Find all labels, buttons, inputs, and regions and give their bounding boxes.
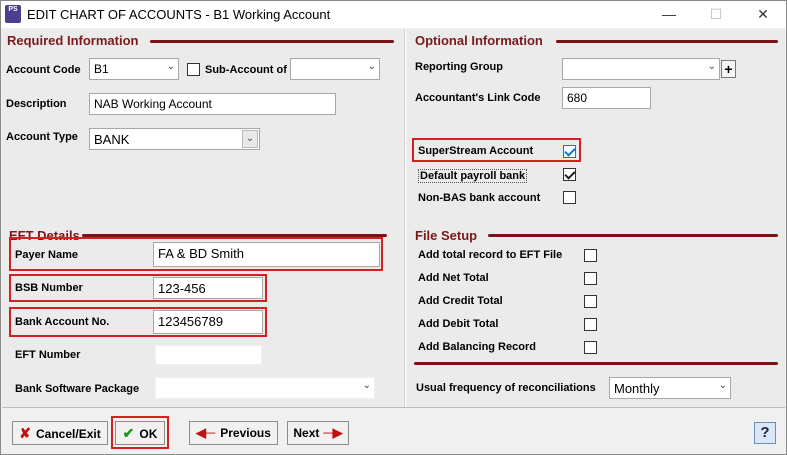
account-code-value: B1	[94, 62, 109, 76]
chevron-down-icon[interactable]: ⌄	[708, 61, 716, 72]
debit-total-checkbox[interactable]	[584, 318, 597, 331]
chevron-down-icon[interactable]: ⌄	[363, 380, 371, 391]
file-setup-item-label: Add Credit Total	[418, 295, 503, 307]
optional-info-title: Optional Information	[415, 33, 543, 48]
superstream-label: SuperStream Account	[418, 145, 534, 157]
sub-account-combo[interactable]: ⌄	[290, 58, 380, 80]
payer-name-label: Payer Name	[15, 249, 78, 261]
previous-button[interactable]: ◀─ Previous	[189, 421, 278, 445]
link-code-label: Accountant's Link Code	[415, 92, 541, 104]
account-code-combo[interactable]: B1 ⌄	[89, 58, 179, 80]
superstream-checkbox[interactable]	[563, 145, 576, 158]
checkmark-icon: ✔	[122, 425, 135, 441]
edit-chart-of-accounts-window: PS EDIT CHART OF ACCOUNTS - B1 Working A…	[0, 0, 787, 455]
file-setup-bottom-rule	[414, 362, 778, 365]
frequency-value: Monthly	[614, 381, 660, 396]
eft-number-label: EFT Number	[15, 349, 81, 361]
file-setup-title: File Setup	[415, 228, 478, 243]
file-setup-item-label: Add total record to EFT File	[418, 249, 563, 261]
default-payroll-label: Default payroll bank	[418, 169, 528, 183]
total-record-checkbox[interactable]	[584, 249, 597, 262]
chevron-down-icon[interactable]: ⌄	[368, 61, 376, 72]
sub-account-checkbox[interactable]	[187, 63, 200, 76]
non-bas-label: Non-BAS bank account	[418, 192, 541, 204]
frequency-combo[interactable]: Monthly ⌄	[609, 377, 731, 399]
form-body: Required Information Account Code B1 ⌄ S…	[2, 29, 785, 407]
panel-divider	[404, 29, 406, 407]
file-setup-item-label: Add Balancing Record	[418, 341, 536, 353]
link-code-input[interactable]: 680	[562, 87, 651, 109]
next-button[interactable]: Next ─▶	[287, 421, 349, 445]
net-total-checkbox[interactable]	[584, 272, 597, 285]
required-info-title: Required Information	[7, 33, 139, 48]
account-type-label: Account Type	[6, 131, 78, 143]
file-setup-item-label: Add Debit Total	[418, 318, 499, 330]
chevron-down-icon[interactable]: ⌄	[167, 61, 175, 72]
balancing-record-checkbox[interactable]	[584, 341, 597, 354]
ok-button[interactable]: ✔ OK	[115, 421, 165, 445]
description-label: Description	[6, 98, 67, 110]
x-icon: ✘	[19, 425, 32, 441]
default-payroll-checkbox[interactable]	[563, 168, 576, 181]
optional-info-rule	[556, 40, 778, 43]
software-package-label: Bank Software Package	[15, 383, 140, 395]
minimize-button[interactable]: —	[646, 1, 692, 28]
arrow-right-icon: ─▶	[323, 425, 343, 440]
cancel-exit-button[interactable]: ✘ Cancel/Exit	[12, 421, 108, 445]
window-title: EDIT CHART OF ACCOUNTS - B1 Working Acco…	[27, 7, 331, 22]
file-setup-item-label: Add Net Total	[418, 272, 489, 284]
close-button[interactable]: ✕	[740, 1, 786, 28]
maximize-button[interactable]: ☐	[693, 1, 739, 28]
bsb-label: BSB Number	[15, 282, 83, 294]
reporting-group-label: Reporting Group	[415, 61, 503, 73]
required-info-rule	[150, 40, 394, 43]
title-bar: PS EDIT CHART OF ACCOUNTS - B1 Working A…	[1, 1, 786, 28]
chevron-down-icon[interactable]: ⌄	[242, 130, 258, 148]
previous-label: Previous	[220, 426, 271, 440]
button-bar: ✘ Cancel/Exit ✔ OK ◀─ Previous Next ─▶ ?	[2, 407, 785, 454]
help-button[interactable]: ?	[754, 422, 776, 444]
add-reporting-group-button[interactable]: +	[721, 60, 736, 78]
non-bas-checkbox[interactable]	[563, 191, 576, 204]
app-icon: PS	[5, 5, 21, 23]
account-type-value: BANK	[94, 132, 130, 147]
file-setup-rule	[488, 234, 778, 237]
sub-account-label: Sub-Account of	[205, 64, 287, 76]
eft-number-input[interactable]	[155, 345, 262, 365]
chevron-down-icon[interactable]: ⌄	[719, 380, 727, 391]
cancel-exit-label: Cancel/Exit	[36, 427, 101, 441]
description-input[interactable]: NAB Working Account	[89, 93, 336, 115]
software-package-combo[interactable]: ⌄	[155, 377, 375, 399]
credit-total-checkbox[interactable]	[584, 295, 597, 308]
bank-account-input[interactable]: 123456789	[153, 310, 263, 334]
ok-label: OK	[139, 427, 158, 441]
account-type-combo[interactable]: BANK ⌄	[89, 128, 260, 150]
reporting-group-combo[interactable]: ⌄	[562, 58, 720, 80]
frequency-label: Usual frequency of reconciliations	[416, 382, 596, 394]
next-label: Next	[293, 426, 320, 440]
bank-account-label: Bank Account No.	[15, 316, 110, 328]
arrow-left-icon: ◀─	[196, 425, 216, 440]
account-code-label: Account Code	[6, 64, 81, 76]
payer-name-input[interactable]: FA & BD Smith	[153, 242, 380, 267]
bsb-input[interactable]: 123-456	[153, 277, 263, 299]
